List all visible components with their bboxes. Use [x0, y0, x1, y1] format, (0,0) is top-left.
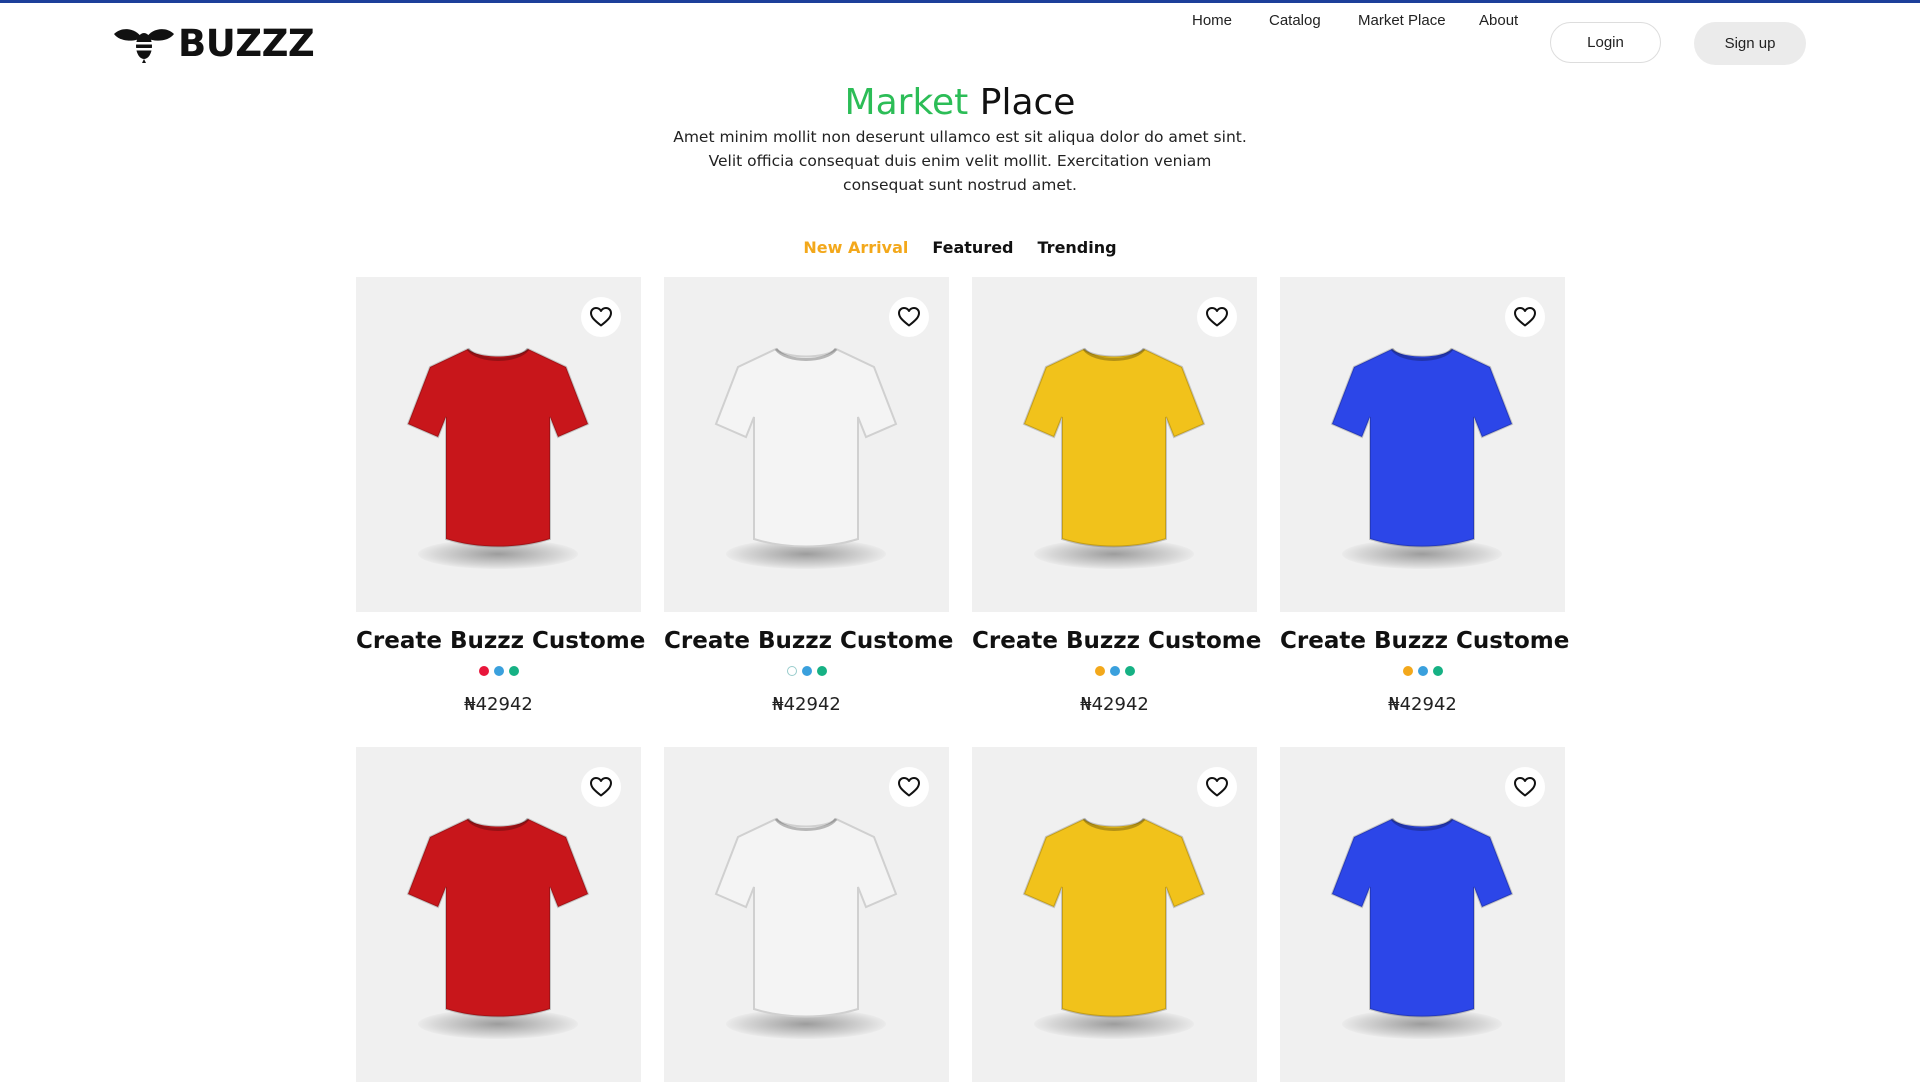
title-accent: Market	[844, 82, 969, 123]
brand-name: BUZZZ	[178, 22, 315, 65]
product-price: ₦42942	[1388, 694, 1457, 715]
tab-new-arrival[interactable]: New Arrival	[803, 238, 908, 257]
brand-logo[interactable]: BUZZZ	[112, 22, 315, 65]
page-title: Market Place	[0, 82, 1920, 123]
product-image[interactable]	[972, 747, 1257, 1082]
color-swatch[interactable]	[786, 666, 797, 676]
color-swatch[interactable]	[801, 666, 812, 676]
heart-icon	[1513, 775, 1537, 799]
favorite-button[interactable]	[889, 297, 929, 337]
color-swatches	[1280, 666, 1565, 676]
color-swatch[interactable]	[493, 666, 504, 676]
favorite-button[interactable]	[889, 767, 929, 807]
bee-icon	[114, 29, 174, 63]
product-card[interactable]	[972, 747, 1257, 1082]
product-card[interactable]: Create Buzzz Custome ₦42942	[972, 277, 1261, 715]
color-swatch[interactable]	[1417, 666, 1428, 676]
signup-button[interactable]: Sign up	[1694, 22, 1806, 65]
product-image[interactable]	[664, 747, 949, 1082]
color-swatch[interactable]	[1124, 666, 1135, 676]
product-card[interactable]: Create Buzzz Custome ₦42942	[664, 277, 953, 715]
heart-icon	[1513, 305, 1537, 329]
color-swatch[interactable]	[816, 666, 827, 676]
tshirt-image	[398, 329, 598, 559]
favorite-button[interactable]	[1197, 767, 1237, 807]
product-name[interactable]: Create Buzzz Custome	[972, 628, 1261, 654]
color-swatches	[972, 666, 1257, 676]
login-button[interactable]: Login	[1550, 22, 1661, 63]
product-image[interactable]	[1280, 277, 1565, 612]
tshirt-image	[1322, 799, 1522, 1029]
product-name[interactable]: Create Buzzz Custome	[356, 628, 645, 654]
title-rest: Place	[979, 82, 1076, 123]
heart-icon	[589, 775, 613, 799]
top-border	[0, 0, 1920, 3]
nav-market-place[interactable]: Market Place	[1358, 12, 1446, 29]
product-image[interactable]	[1280, 747, 1565, 1082]
color-swatches	[356, 666, 641, 676]
page-subtitle: Amet minim mollit non deserunt ullamco e…	[673, 128, 1247, 194]
favorite-button[interactable]	[581, 767, 621, 807]
color-swatch[interactable]	[1109, 666, 1120, 676]
heart-icon	[1205, 775, 1229, 799]
tshirt-image	[398, 799, 598, 1029]
heart-icon	[1205, 305, 1229, 329]
product-image[interactable]	[356, 277, 641, 612]
tshirt-image	[706, 799, 906, 1029]
product-card[interactable]	[1280, 747, 1565, 1082]
product-image[interactable]	[972, 277, 1257, 612]
product-name[interactable]: Create Buzzz Custome	[1280, 628, 1569, 654]
color-swatch[interactable]	[478, 666, 489, 676]
product-card[interactable]	[664, 747, 949, 1082]
favorite-button[interactable]	[581, 297, 621, 337]
color-swatch[interactable]	[1402, 666, 1413, 676]
product-image[interactable]	[664, 277, 949, 612]
favorite-button[interactable]	[1197, 297, 1237, 337]
heart-icon	[897, 775, 921, 799]
product-name[interactable]: Create Buzzz Custome	[664, 628, 953, 654]
product-card[interactable]	[356, 747, 641, 1082]
color-swatches	[664, 666, 949, 676]
tshirt-image	[706, 329, 906, 559]
color-swatch[interactable]	[1432, 666, 1443, 676]
tshirt-image	[1014, 329, 1214, 559]
color-swatch[interactable]	[1094, 666, 1105, 676]
product-price: ₦42942	[772, 694, 841, 715]
product-image[interactable]	[356, 747, 641, 1082]
product-price: ₦42942	[464, 694, 533, 715]
product-card[interactable]: Create Buzzz Custome ₦42942	[356, 277, 645, 715]
tshirt-image	[1014, 799, 1214, 1029]
product-price: ₦42942	[1080, 694, 1149, 715]
product-tabs: New Arrival Featured Trending	[0, 238, 1920, 257]
tshirt-image	[1322, 329, 1522, 559]
tab-trending[interactable]: Trending	[1038, 238, 1117, 257]
product-card[interactable]: Create Buzzz Custome ₦42942	[1280, 277, 1569, 715]
favorite-button[interactable]	[1505, 297, 1545, 337]
heart-icon	[589, 305, 613, 329]
tab-featured[interactable]: Featured	[932, 238, 1013, 257]
nav-home[interactable]: Home	[1192, 12, 1232, 29]
favorite-button[interactable]	[1505, 767, 1545, 807]
nav-about[interactable]: About	[1479, 12, 1518, 29]
nav-catalog[interactable]: Catalog	[1269, 12, 1321, 29]
heart-icon	[897, 305, 921, 329]
color-swatch[interactable]	[508, 666, 519, 676]
